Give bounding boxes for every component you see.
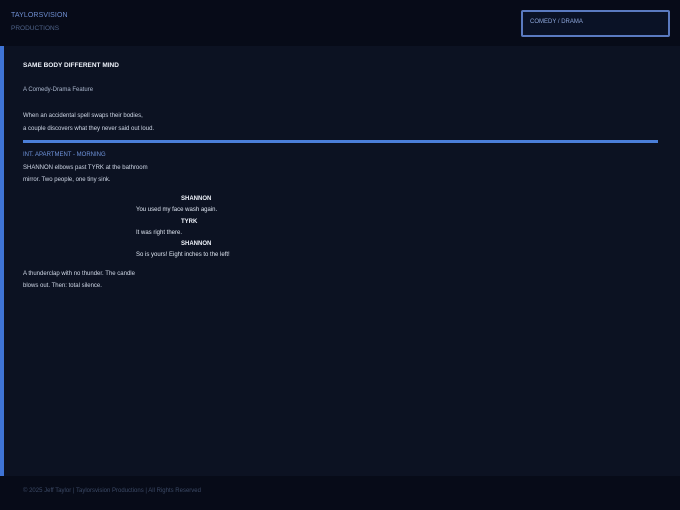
copyright-text: © 2025 Jeff Taylor | Taylorsvision Produ… [23,488,201,494]
section-divider [23,140,658,143]
script-page: SAME BODY DIFFERENT MIND A Comedy-Drama … [0,46,680,476]
action-line: A thunderclap with no thunder. The candl… [23,271,135,277]
genre-label: COMEDY / DRAMA [530,19,583,25]
footer: © 2025 Jeff Taylor | Taylorsvision Produ… [0,476,680,510]
brand-name[interactable]: TAYLORSVISION [11,12,68,19]
action-block: A thunderclap with no thunder. The candl… [23,269,135,292]
logline-line: a couple discovers what they never said … [23,125,155,132]
accent-bar [0,46,4,476]
brand-subtitle: PRODUCTIONS [11,25,60,32]
character-name: TYRK [181,219,198,225]
character-name: SHANNON [181,241,212,247]
action-line: SHANNON elbows past TYRK at the bathroom [23,165,148,171]
genre-badge[interactable]: COMEDY / DRAMA [521,10,670,37]
action-line: blows out. Then: total silence. [23,282,102,289]
dialogue-line: You used my face wash again. [136,207,218,213]
dialogue-line: So is yours! Eight inches to the left! [136,252,230,258]
script-subtitle: A Comedy-Drama Feature [23,87,94,93]
script-title: SAME BODY DIFFERENT MIND [23,62,119,69]
action-block: SHANNON elbows past TYRK at the bathroom… [23,163,148,186]
scene-heading: INT. APARTMENT - MORNING [23,152,106,158]
logline: When an accidental spell swaps their bod… [23,110,154,135]
action-line: mirror. Two people, one tiny sink. [23,176,111,183]
logline-line: When an accidental spell swaps their bod… [23,113,143,119]
character-name: SHANNON [181,196,212,202]
header: TAYLORSVISION PRODUCTIONS COMEDY / DRAMA [0,0,680,47]
dialogue-line: It was right there. [136,230,183,236]
